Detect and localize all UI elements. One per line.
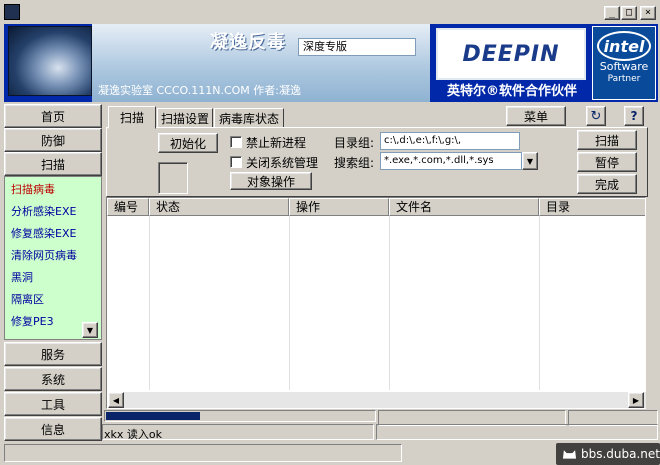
product-title: 凝逸反毒 — [210, 32, 286, 53]
chevron-down-icon[interactable]: ▼ — [522, 152, 538, 170]
tab-scan-settings[interactable]: 扫描设置 — [157, 108, 213, 128]
column-header-status[interactable]: 状态 — [149, 198, 289, 216]
nav-tools-button[interactable]: 工具 — [4, 392, 102, 416]
column-divider — [539, 216, 540, 390]
minimize-button[interactable]: _ — [604, 6, 620, 20]
status-panel — [376, 424, 658, 440]
menu-button[interactable]: 菜单 — [506, 106, 566, 126]
title-bar — [0, 0, 660, 24]
tab-scan[interactable]: 扫描 — [108, 106, 156, 129]
partner-text: 英特尔®软件合作伙伴 — [446, 84, 577, 99]
nav-home-button[interactable]: 首页 — [4, 104, 102, 128]
done-button[interactable]: 完成 — [577, 174, 637, 194]
deepin-logo-text: DEEPIN — [462, 41, 560, 67]
column-divider — [389, 216, 390, 390]
status-indicator — [158, 162, 188, 194]
search-group-combo[interactable]: *.exe,*.com,*.dll,*.sys — [380, 152, 522, 170]
sidebar-item-quarantine[interactable]: 隔离区 — [11, 291, 44, 307]
nav-service-button[interactable]: 服务 — [4, 342, 102, 366]
scan-button[interactable]: 扫描 — [577, 130, 637, 150]
edition-label: 深度专版 — [298, 38, 416, 56]
object-ops-button[interactable]: 对象操作 — [230, 172, 312, 190]
nav-info-button[interactable]: 信息 — [4, 417, 102, 441]
init-button[interactable]: 初始化 — [158, 133, 218, 153]
cat-icon — [562, 450, 577, 459]
help-icon[interactable]: ? — [624, 106, 644, 126]
sidebar-item-repair-pe3[interactable]: 修复PE3 — [11, 313, 54, 329]
block-new-process-label: 禁止新进程 — [246, 136, 307, 150]
intel-partner-badge: intel Software Partner — [592, 26, 656, 100]
scroll-left-icon[interactable]: ◀ — [108, 392, 124, 408]
close-system-mgmt-checkbox[interactable] — [230, 156, 242, 168]
status-bar-segment — [4, 444, 402, 462]
close-system-mgmt-label: 关闭系统管理 — [246, 156, 319, 170]
column-header-action[interactable]: 操作 — [289, 198, 389, 216]
intel-software-label: Software — [599, 60, 649, 73]
dir-group-label: 目录组: — [334, 136, 375, 150]
block-new-process-checkbox[interactable] — [230, 136, 242, 148]
chevron-down-icon[interactable]: ▼ — [82, 322, 98, 338]
dir-group-input[interactable]: c:\,d:\,e:\,f:\,g:\, — [380, 132, 520, 150]
sidebar-item-clean-web-virus[interactable]: 清除网页病毒 — [11, 247, 77, 263]
maximize-button[interactable]: □ — [621, 6, 637, 20]
tab-virus-db-status[interactable]: 病毒库状态 — [214, 108, 284, 128]
horizontal-scrollbar[interactable] — [108, 392, 646, 408]
column-header-number[interactable]: 编号 — [107, 198, 149, 216]
forum-watermark: bbs.duba.net — [556, 443, 660, 465]
pause-button[interactable]: 暂停 — [577, 152, 637, 172]
sidebar-item-analyze-exe[interactable]: 分析感染EXE — [11, 203, 76, 219]
refresh-icon[interactable]: ↻ — [586, 106, 606, 126]
sidebar-item-repair-exe[interactable]: 修复感染EXE — [11, 225, 76, 241]
nav-scan-button[interactable]: 扫描 — [4, 152, 102, 176]
author-line: 凝逸实验室 CCCO.111N.COM 作者:凝逸 — [98, 84, 301, 97]
app-icon[interactable] — [4, 4, 20, 20]
deepin-logo: DEEPIN — [436, 28, 586, 80]
intel-logo: intel — [597, 31, 651, 61]
scan-submenu-list: 扫描病毒 分析感染EXE 修复感染EXE 清除网页病毒 黑洞 隔离区 修复PE3 — [4, 176, 102, 340]
column-header-directory[interactable]: 目录 — [539, 198, 645, 216]
search-group-label: 搜索组: — [334, 156, 375, 170]
intel-partner-label: Partner — [607, 74, 641, 84]
scroll-right-icon[interactable]: ▶ — [628, 392, 644, 408]
status-text: xkx 读入ok — [104, 428, 162, 441]
nav-system-button[interactable]: 系统 — [4, 367, 102, 391]
product-logo-image — [8, 26, 92, 96]
watermark-text: bbs.duba.net — [580, 447, 660, 461]
column-divider — [149, 216, 150, 390]
nav-defense-button[interactable]: 防御 — [4, 128, 102, 152]
results-table[interactable]: 编号 状态 操作 文件名 目录 — [106, 197, 646, 409]
column-header-filename[interactable]: 文件名 — [389, 198, 539, 216]
close-button[interactable]: × — [640, 6, 656, 20]
column-divider — [289, 216, 290, 390]
sidebar-item-black-hole[interactable]: 黑洞 — [11, 269, 33, 285]
progress-fill — [106, 412, 200, 420]
sidebar-item-scan-virus[interactable]: 扫描病毒 — [11, 181, 55, 197]
